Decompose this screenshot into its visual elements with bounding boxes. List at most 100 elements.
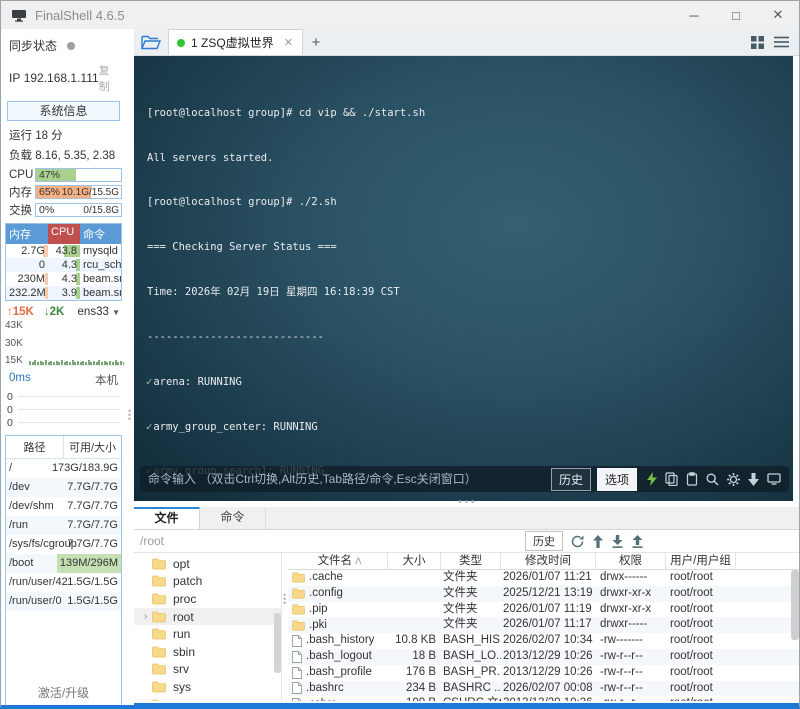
disk-col-path[interactable]: 路径 (6, 436, 64, 458)
file-row[interactable]: .pip 文件夹 2026/01/07 11:19 drwxr-xr-x roo… (288, 601, 799, 618)
process-col-command[interactable]: 命令 (80, 224, 121, 244)
menu-icon[interactable] (774, 36, 789, 48)
folder-icon (292, 572, 305, 583)
minimize-button[interactable]: ─ (673, 1, 715, 29)
history-button[interactable]: 历史 (550, 467, 591, 491)
terminal-tab-label: 1 ZSQ虚拟世界 (191, 36, 274, 50)
maximize-button[interactable]: □ (715, 1, 757, 29)
sidebar-splitter[interactable]: • • • (126, 29, 134, 705)
options-button[interactable]: 选项 (596, 467, 637, 491)
file-row[interactable]: .bash_profile 176 B BASH_PR... 2013/12/2… (288, 664, 799, 681)
tree-folder-item[interactable]: › run (134, 625, 281, 643)
col-owner[interactable]: 用户/用户组 (666, 553, 736, 569)
meter-row: CPU 47% (5, 168, 122, 182)
file-row[interactable]: .cache 文件夹 2026/01/07 11:21 drwx------ r… (288, 570, 799, 586)
col-filename[interactable]: 文件名 ᐱ (288, 553, 388, 569)
terminal-screen[interactable]: [root@localhost group]# cd vip && ./star… (134, 56, 793, 501)
grid-layout-icon[interactable] (751, 35, 764, 49)
folder-icon (152, 699, 166, 701)
path-history-button[interactable]: 历史 (525, 531, 563, 551)
col-modified[interactable]: 修改时间 (501, 553, 596, 569)
file-row[interactable]: .bashrc 234 B BASHRC ... 2026/02/07 00:0… (288, 680, 799, 697)
meter-bar: 65% 10.1G/15.5G (35, 185, 122, 199)
activate-upgrade-link[interactable]: 激活/升级 (1, 684, 126, 701)
ip-value: 192.168.1.111 (23, 71, 99, 85)
file-row[interactable]: .pki 文件夹 2026/01/07 11:17 drwxr----- roo… (288, 617, 799, 634)
network-traffic-graph: 43K 30K 15K (3, 320, 124, 366)
parent-dir-icon[interactable] (593, 534, 603, 548)
file-name: .cache (309, 571, 343, 584)
tree-folder-item[interactable]: › srv (134, 661, 281, 679)
lightning-icon[interactable] (647, 472, 657, 486)
system-info-button[interactable]: 系统信息 (7, 101, 120, 121)
folder-icon (152, 593, 166, 605)
col-size[interactable]: 大小 (388, 553, 441, 569)
terminal-tab[interactable]: 1 ZSQ虚拟世界 ✕ (168, 29, 303, 55)
tree-folder-item[interactable]: › patch (134, 573, 281, 591)
open-connection-button[interactable] (134, 29, 168, 55)
tree-folder-item[interactable]: › sbin (134, 643, 281, 661)
file-type: 文件夹 (443, 571, 478, 583)
chevron-down-icon: ▼ (112, 308, 120, 317)
paste-icon[interactable] (686, 472, 698, 486)
monitor-icon[interactable] (767, 473, 781, 485)
tree-folder-item[interactable]: › tmp (134, 696, 281, 701)
file-row[interactable]: .bash_history 10.8 KB BASH_HIS... 2026/0… (288, 633, 799, 649)
file-row[interactable]: .bash_logout 18 B BASH_LO... 2013/12/29 … (288, 648, 799, 665)
tree-folder-item[interactable]: › root (134, 607, 281, 626)
download-file-icon[interactable] (612, 534, 623, 548)
download-rate: ↓2K (43, 306, 65, 318)
file-owner: root/root (670, 618, 713, 631)
process-cpu: 4.3 (61, 273, 77, 285)
disk-available: 7.7G/7.7G (67, 500, 118, 512)
tree-splitter[interactable]: • • • (281, 553, 288, 701)
ping-graph: 0 0 0 (1, 388, 126, 429)
tree-folder-label: root (173, 609, 194, 624)
col-type[interactable]: 类型 (441, 553, 501, 569)
interface-selector[interactable]: ens33 ▼ (78, 306, 120, 318)
file-table-scrollbar[interactable] (791, 570, 799, 640)
uptime-text: 运行 18 分 (9, 130, 63, 142)
tree-folder-item[interactable]: › opt (134, 555, 281, 573)
file-owner: root/root (670, 634, 713, 647)
process-table-header: 内存 CPU 命令 (6, 224, 121, 244)
terminal-line: [root@localhost group]# cd vip && ./star… (147, 106, 426, 119)
download-arrow-icon[interactable] (748, 472, 759, 486)
folder-icon (292, 620, 305, 631)
disk-col-available[interactable]: 可用/大小 (64, 436, 121, 458)
copy-icon[interactable] (665, 472, 678, 486)
tab-files[interactable]: 文件 (134, 507, 200, 529)
process-col-memory[interactable]: 内存 (6, 224, 48, 244)
new-tab-button[interactable]: + (303, 31, 329, 55)
file-size: 18 B (412, 649, 436, 662)
upload-file-icon[interactable] (632, 534, 643, 548)
tree-folder-item[interactable]: › sys (134, 678, 281, 696)
upload-rate: ↑15K (7, 306, 34, 318)
file-row[interactable]: .cshrc 100 B CSHRC 文件 2013/12/29 10:26 -… (288, 696, 799, 701)
title-bar: FinalShell 4.6.5 ─ □ ✕ (1, 1, 799, 29)
tree-scrollbar[interactable] (274, 613, 281, 673)
refresh-icon[interactable] (571, 535, 584, 548)
meter-label: 内存 (9, 187, 32, 199)
file-row[interactable]: .config 文件夹 2025/12/21 13:19 drwxr-xr-x … (288, 585, 799, 602)
col-permissions[interactable]: 权限 (596, 553, 666, 569)
search-icon[interactable] (706, 472, 719, 486)
file-panel: 文件 命令 历史 › (134, 507, 799, 705)
path-input[interactable] (140, 534, 525, 548)
gear-icon[interactable] (727, 472, 740, 486)
meter-bar: 0% 0/15.8G (35, 203, 122, 217)
expander-icon[interactable]: › (144, 611, 152, 622)
file-permissions: -rw------- (600, 634, 643, 647)
tab-commands[interactable]: 命令 (200, 507, 266, 529)
tree-folder-item[interactable]: › proc (134, 590, 281, 608)
process-row: 2.7G 43.8 mysqld (6, 244, 121, 258)
copy-ip-link[interactable]: 复制 (99, 62, 118, 94)
process-cpu: 4.3 (61, 259, 77, 271)
ping-row: 0 (7, 390, 120, 403)
file-name: .bash_logout (306, 650, 372, 663)
close-button[interactable]: ✕ (757, 1, 799, 29)
process-col-cpu[interactable]: CPU (48, 224, 80, 244)
tab-close-icon[interactable]: ✕ (284, 36, 293, 49)
command-input[interactable] (148, 472, 545, 486)
file-type: BASH_HIS... (443, 634, 501, 647)
